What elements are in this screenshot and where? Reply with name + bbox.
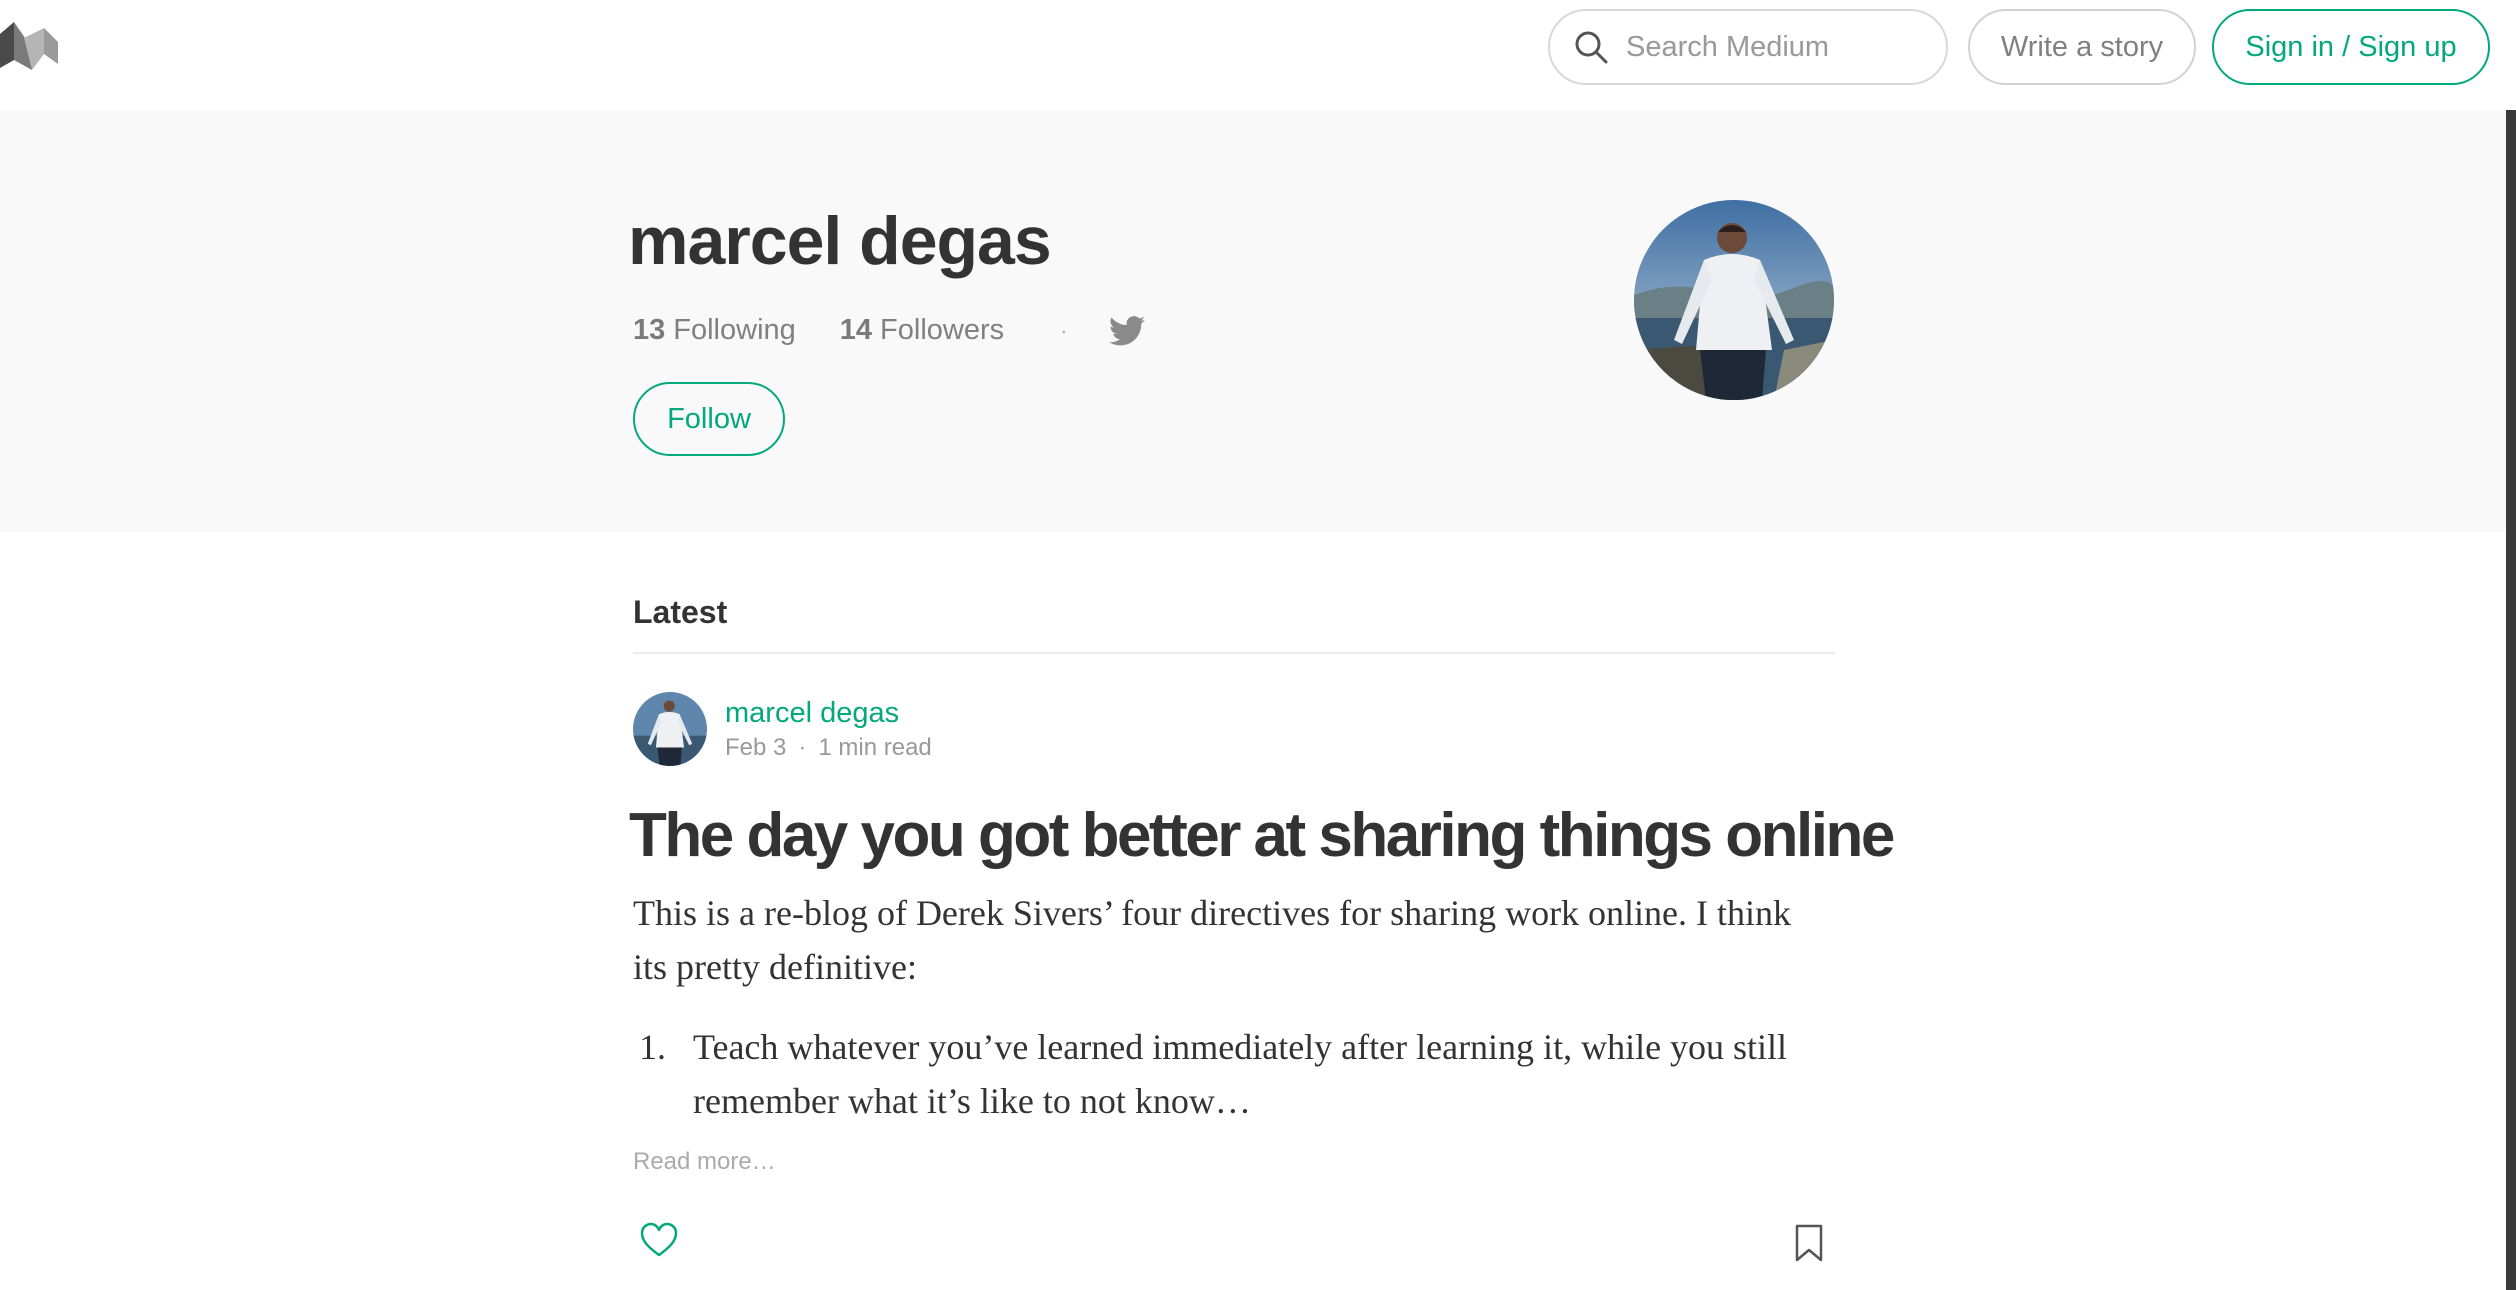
- bookmark-icon[interactable]: [1794, 1224, 1824, 1262]
- search-input[interactable]: [1624, 29, 1924, 65]
- profile-stats: 13 Following 14 Followers ·: [633, 314, 1146, 347]
- list-item-text: Teach whatever you’ve learned immediatel…: [693, 1027, 1788, 1121]
- search-icon: [1575, 31, 1608, 64]
- followers-label: Followers: [880, 314, 1005, 346]
- following-link[interactable]: 13 Following: [633, 314, 796, 347]
- meta-separator: ·: [798, 734, 807, 761]
- profile-header: marcel degas 13 Following 14 Followers ·…: [0, 110, 2506, 532]
- post-author-avatar[interactable]: [633, 692, 707, 766]
- following-label: Following: [673, 314, 796, 346]
- profile-avatar[interactable]: [1634, 200, 1834, 400]
- followers-link[interactable]: 14 Followers: [840, 314, 1004, 347]
- twitter-icon[interactable]: [1109, 315, 1146, 346]
- search-box[interactable]: [1548, 9, 1948, 85]
- followers-count: 14: [839, 314, 873, 346]
- post-title[interactable]: The day you got better at sharing things…: [629, 800, 1895, 871]
- heart-icon[interactable]: [640, 1222, 678, 1258]
- following-count: 13: [633, 314, 666, 346]
- scrollbar[interactable]: [2506, 110, 2516, 1290]
- post-date[interactable]: Feb 3: [725, 734, 786, 762]
- top-nav: Write a story Sign in / Sign up: [0, 0, 2516, 110]
- list-item-number: 1.: [639, 1027, 666, 1067]
- post-excerpt[interactable]: This is a re-blog of Derek Sivers’ four …: [633, 886, 1813, 994]
- divider: [633, 652, 1835, 654]
- medium-logo[interactable]: [0, 20, 60, 70]
- profile-name: marcel degas: [628, 203, 1052, 279]
- post-meta: Feb 3 · 1 min read: [725, 734, 932, 762]
- post-excerpt-list: 1. Teach whatever you’ve learned immedia…: [633, 1020, 1833, 1128]
- sign-in-button[interactable]: Sign in / Sign up: [2212, 9, 2490, 85]
- section-title: Latest: [633, 594, 728, 630]
- post-author-link[interactable]: marcel degas: [725, 697, 899, 730]
- follow-button[interactable]: Follow: [633, 382, 785, 456]
- read-more-link[interactable]: Read more…: [633, 1148, 776, 1176]
- list-item[interactable]: 1. Teach whatever you’ve learned immedia…: [633, 1020, 1833, 1128]
- write-story-button[interactable]: Write a story: [1968, 9, 2196, 85]
- stats-separator: ·: [1060, 317, 1068, 343]
- post-read-time: 1 min read: [818, 734, 932, 761]
